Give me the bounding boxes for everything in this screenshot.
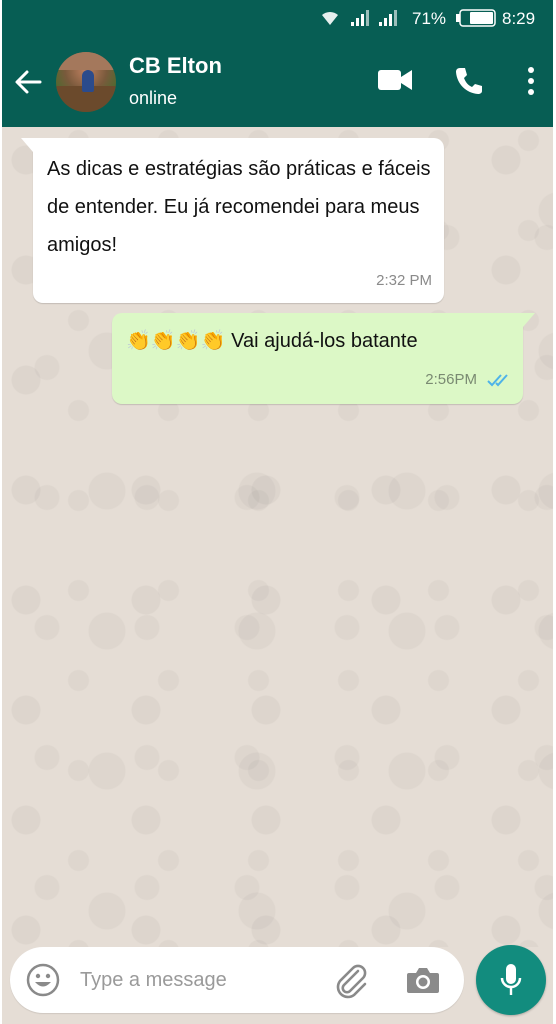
- wifi-icon: [322, 11, 338, 25]
- signal-icon: [379, 10, 397, 26]
- chat-header: CB Elton online: [2, 36, 553, 127]
- contact-name[interactable]: CB Elton: [129, 53, 222, 79]
- outgoing-message[interactable]: 👏👏👏👏 Vai ajudá-los batante 2:56PM: [112, 313, 535, 404]
- incoming-message[interactable]: As dicas e estratégias são práticas e fá…: [21, 138, 444, 303]
- message-time: 2:32 PM: [376, 272, 432, 289]
- emoji-icon[interactable]: [26, 963, 60, 997]
- message-text: 👏👏👏👏 Vai ajudá-los batante: [126, 330, 418, 352]
- contact-status: online: [129, 88, 178, 108]
- battery-percent: 71%: [412, 9, 447, 28]
- message-list[interactable]: As dicas e estratégias são práticas e fá…: [2, 127, 553, 947]
- message-input[interactable]: [80, 961, 320, 999]
- back-arrow-icon[interactable]: [14, 68, 42, 96]
- whatsapp-chat-screen: 71% 8:29 CB Elton online As dicas e estr…: [2, 0, 553, 1024]
- composer-bar: [2, 945, 553, 1024]
- video-call-icon[interactable]: [378, 68, 412, 92]
- attach-icon[interactable]: [332, 961, 370, 999]
- clock: 8:29: [502, 9, 536, 28]
- avatar[interactable]: [56, 52, 116, 112]
- mic-button[interactable]: [476, 945, 546, 1015]
- mic-icon: [500, 964, 522, 995]
- phone-icon[interactable]: [454, 66, 484, 96]
- more-vert-icon[interactable]: [526, 66, 536, 96]
- signal-icon: [351, 10, 369, 26]
- message-text: As dicas e estratégias são práticas e fá…: [47, 158, 431, 256]
- composer: [10, 947, 464, 1013]
- camera-icon[interactable]: [406, 965, 440, 995]
- status-bar: 71% 8:29: [2, 0, 553, 36]
- battery-icon: [456, 9, 496, 27]
- double-check-icon: [487, 374, 508, 387]
- message-time: 2:56PM: [425, 371, 477, 388]
